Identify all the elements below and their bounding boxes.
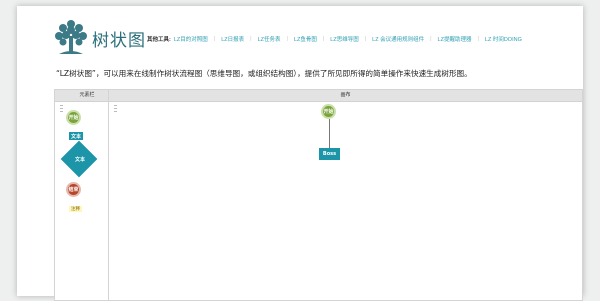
canvas-connector bbox=[329, 119, 330, 148]
element-text-rect[interactable]: 文本 bbox=[69, 132, 83, 140]
other-tools-nav: 其他工具: LZ目的对照图 | LZ日报表 | LZ任务表 | LZ鱼骨图 | … bbox=[147, 33, 522, 45]
tool-link-mind-map[interactable]: LZ思维导图 bbox=[330, 35, 358, 43]
canvas-grip bbox=[114, 105, 117, 114]
tool-link-goal-compare[interactable]: LZ目的对照图 bbox=[174, 35, 208, 43]
element-text-label: 文本 bbox=[70, 133, 81, 140]
canvas-panel: 画布 开始 Boss bbox=[108, 89, 583, 301]
canvas-node-start-label: 开始 bbox=[323, 109, 334, 115]
intro-text: “LZ树状图”，可以用来在线制作树状流程图（思维导图，或组织结构图），提供了所见… bbox=[56, 69, 472, 78]
tool-separator: | bbox=[322, 36, 325, 42]
tool-link-task-list[interactable]: LZ任务表 bbox=[258, 35, 281, 43]
site-title: 树状图 bbox=[92, 31, 146, 51]
tool-link-time-doing[interactable]: LZ 时间DOING bbox=[485, 35, 522, 43]
tool-separator: | bbox=[430, 36, 432, 42]
canvas-node-boss-label: Boss bbox=[322, 151, 337, 157]
canvas-node-start[interactable]: 开始 bbox=[321, 104, 336, 119]
element-start-label: 开始 bbox=[68, 115, 79, 121]
tool-separator: | bbox=[213, 36, 216, 42]
element-note[interactable]: 注释 bbox=[69, 206, 82, 212]
tree-logo-icon bbox=[55, 20, 87, 54]
element-end-label: 结束 bbox=[68, 187, 79, 193]
tool-separator: | bbox=[364, 36, 367, 42]
header: 树状图 其他工具: LZ目的对照图 | LZ日报表 | LZ任务表 | LZ鱼骨… bbox=[17, 6, 583, 66]
tool-separator: | bbox=[286, 36, 288, 42]
tool-separator: | bbox=[250, 36, 252, 42]
element-end-circle[interactable]: 结束 bbox=[66, 182, 81, 197]
tool-separator: | bbox=[477, 36, 479, 42]
tool-link-reminder[interactable]: LZ提醒助理器 bbox=[438, 35, 472, 43]
tool-link-meeting-rules[interactable]: LZ 会议通用规则组件 bbox=[372, 35, 424, 43]
tool-link-daily-report[interactable]: LZ日报表 bbox=[221, 35, 244, 43]
element-decision-label: 文本 bbox=[74, 157, 85, 163]
canvas-panel-title: 画布 bbox=[109, 90, 582, 102]
canvas-node-boss[interactable]: Boss bbox=[319, 148, 340, 160]
other-tools-label: 其他工具: bbox=[147, 37, 171, 43]
tool-link-fishbone[interactable]: LZ鱼骨图 bbox=[294, 35, 317, 43]
page: 树状图 其他工具: LZ目的对照图 | LZ日报表 | LZ任务表 | LZ鱼骨… bbox=[17, 6, 583, 301]
panel-grip bbox=[60, 105, 63, 114]
element-start-circle[interactable]: 开始 bbox=[66, 110, 81, 125]
